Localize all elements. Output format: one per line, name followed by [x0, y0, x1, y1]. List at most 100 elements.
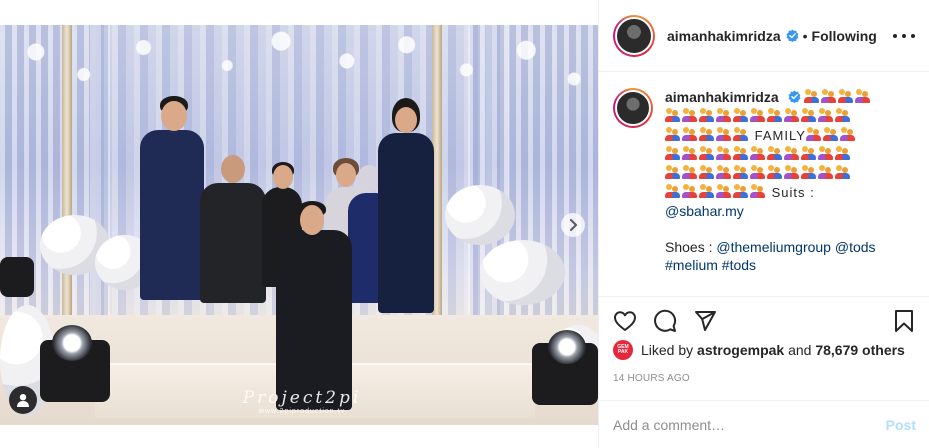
photo-person: [378, 133, 434, 313]
photo-person: [276, 230, 352, 410]
family-emoji-icon: [818, 146, 834, 160]
family-emoji-icon: [767, 108, 783, 122]
photo-hanging-flowers: [0, 25, 598, 115]
comment-icon[interactable]: [653, 309, 677, 333]
family-emoji-icon: [716, 127, 732, 141]
family-emoji-line: [665, 164, 905, 183]
more-dot: [902, 33, 906, 38]
family-emoji-icon: [699, 165, 715, 179]
family-emoji-icon: [750, 184, 766, 198]
shoes-mention-links[interactable]: @themeliumgroup @tods: [716, 239, 875, 255]
family-emoji-icon: [818, 165, 834, 179]
family-emoji-icon: [801, 108, 817, 122]
family-emoji-icon: [733, 108, 749, 122]
author-username-link[interactable]: aimanhakimridza: [667, 28, 781, 44]
verified-badge-icon: [788, 90, 800, 103]
caption-username-link[interactable]: aimanhakimridza: [665, 89, 779, 105]
bookmark-icon[interactable]: [892, 309, 916, 333]
family-emoji-line: [665, 145, 905, 164]
family-word: FAMILY: [754, 128, 806, 143]
family-emoji-icon: [699, 108, 715, 122]
photo-person-head: [273, 165, 293, 189]
add-comment-bar: Post: [599, 400, 929, 448]
family-emoji-icon: [821, 89, 837, 103]
header-separator: •: [802, 27, 808, 44]
suits-mention-link[interactable]: @sbahar.my: [665, 203, 744, 219]
post-comment-button[interactable]: Post: [886, 417, 916, 433]
family-emoji-icon: [682, 127, 698, 141]
family-emoji-icon: [699, 146, 715, 160]
family-emoji-icon: [682, 184, 698, 198]
family-emoji-icon: [839, 127, 856, 141]
photo-person-head: [161, 101, 187, 131]
likes-connector: and: [788, 342, 812, 358]
next-photo-button[interactable]: [561, 213, 585, 237]
family-emoji-icon: [665, 184, 681, 198]
hashtags-line: #melium #tods: [665, 256, 905, 274]
family-emoji-icon: [804, 89, 820, 103]
suits-line: @sbahar.my: [665, 202, 905, 220]
photo-bouquet: [445, 185, 515, 245]
photo-stage-light: [0, 257, 34, 297]
family-emoji-icon: [784, 108, 800, 122]
shoes-line: Shoes : @themeliumgroup @tods: [665, 238, 905, 256]
photo-stage-light-lens: [52, 325, 92, 361]
more-options-icon[interactable]: [893, 33, 915, 38]
liker-username-link[interactable]: astrogempak: [697, 342, 784, 358]
family-emoji-line: FAMILY: [665, 126, 905, 145]
user-tag-icon: [17, 394, 29, 407]
family-emoji-icon: [855, 89, 871, 103]
family-emoji-group: [804, 89, 872, 105]
photo-watermark-url: www.2piproduction.tv: [258, 408, 346, 415]
following-button[interactable]: Following: [812, 28, 877, 44]
family-emoji-icon: [699, 127, 715, 141]
post-photo[interactable]: [0, 25, 598, 425]
family-emoji-icon: [716, 108, 732, 122]
likes-prefix: Liked by: [641, 342, 694, 358]
photo-person-head: [395, 107, 417, 133]
family-emoji-icon: [801, 165, 817, 179]
family-emoji-icon: [665, 108, 681, 122]
family-emoji-icon: [801, 146, 817, 160]
family-emoji-icon: [682, 165, 698, 179]
caption-avatar: [615, 90, 651, 126]
family-emoji-icon: [733, 184, 749, 198]
liker-avatar[interactable]: GEM PAK: [613, 340, 633, 360]
heart-icon[interactable]: [613, 309, 637, 333]
more-dot: [911, 33, 915, 38]
family-emoji-line: [665, 107, 905, 126]
post-media-panel: Project2pi www.2piproduction.tv: [0, 0, 598, 448]
family-emoji-icon: [838, 89, 854, 103]
caption-story-ring[interactable]: [613, 88, 653, 128]
more-dot: [893, 33, 897, 38]
family-emoji-icon: [822, 127, 839, 141]
shoes-label: Shoes :: [665, 239, 713, 255]
post-header: aimanhakimridza • Following: [599, 0, 929, 72]
story-ring[interactable]: [613, 14, 655, 57]
caption-body: aimanhakimridza FAMILY Suits: @sbahar.m…: [665, 88, 905, 288]
family-emoji-icon: [733, 146, 749, 160]
photo-person-head: [300, 205, 324, 235]
family-emoji-icon: [665, 165, 681, 179]
comment-input[interactable]: [613, 416, 886, 433]
family-emoji-icon: [750, 146, 766, 160]
post-sidebar: aimanhakimridza • Following aimanhakimri…: [598, 0, 929, 448]
family-emoji-icon: [682, 108, 698, 122]
family-emoji-icon: [767, 165, 783, 179]
photo-person: [200, 183, 266, 303]
post-timestamp[interactable]: 14 HOURS AGO: [613, 373, 690, 384]
photo-person: [140, 130, 204, 300]
family-emoji-icon: [716, 165, 732, 179]
family-emoji-icon: [699, 184, 715, 198]
likes-count-link[interactable]: 78,679 others: [815, 342, 905, 358]
avatar: [615, 16, 653, 55]
hashtag-links[interactable]: #melium #tods: [665, 257, 756, 273]
family-emoji-icon: [835, 146, 851, 160]
post-caption: aimanhakimridza FAMILY Suits: @sbahar.m…: [613, 88, 915, 288]
share-icon[interactable]: [693, 309, 717, 333]
post-actions: [599, 296, 929, 344]
tagged-users-button[interactable]: [9, 386, 37, 414]
caption-line-1: aimanhakimridza: [665, 88, 905, 107]
family-emoji-icon: [784, 165, 800, 179]
family-emoji-icon: [733, 127, 749, 141]
